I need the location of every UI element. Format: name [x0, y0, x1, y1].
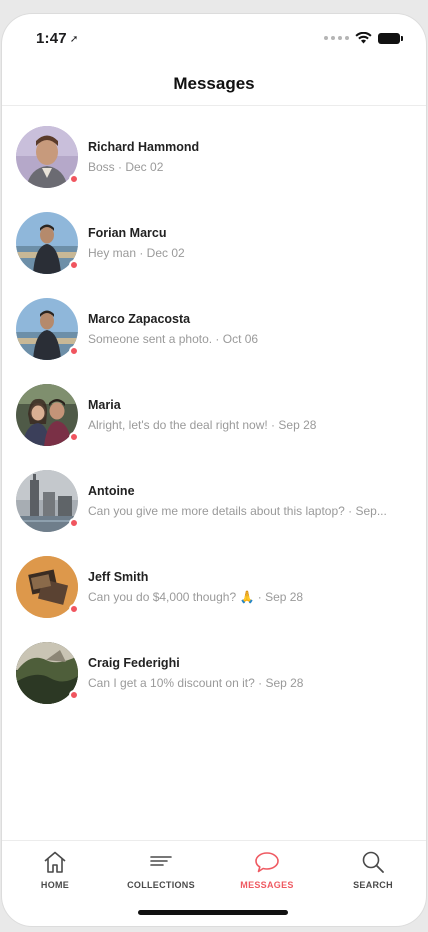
contact-name: Marco Zapacosta — [88, 312, 191, 326]
status-time: 1:47 ➚ — [36, 30, 78, 47]
contact-name: Maria — [88, 398, 121, 412]
tab-collections[interactable]: COLLECTIONS — [108, 841, 214, 900]
collections-icon — [150, 856, 172, 866]
avatar — [16, 470, 79, 532]
tab-label: SEARCH — [353, 880, 393, 890]
message-row-forian-marcu[interactable]: Forian Marcu Hey man · Dec 02 — [2, 200, 426, 286]
search-icon — [362, 851, 384, 873]
online-status-dot — [69, 518, 79, 528]
chat-bubble-icon — [255, 852, 279, 873]
online-status-dot — [69, 432, 79, 442]
home-indicator[interactable] — [138, 910, 288, 915]
home-icon — [44, 851, 66, 873]
message-preview: Can you give me more details about this … — [88, 504, 387, 518]
online-status-dot — [69, 346, 79, 356]
avatar — [16, 642, 79, 704]
status-icons — [324, 32, 403, 44]
tab-home[interactable]: HOME — [2, 841, 108, 900]
cellular-signal-icon — [324, 36, 349, 40]
online-status-dot — [69, 604, 79, 614]
message-preview: Can you do $4,000 though? 🙏 · Sep 28 — [88, 590, 304, 604]
battery-icon — [378, 32, 403, 44]
avatar — [16, 126, 79, 188]
online-status-dot — [69, 690, 79, 700]
contact-name: Craig Federighi — [88, 656, 180, 670]
message-preview: Can I get a 10% discount on it? · Sep 28 — [88, 676, 304, 690]
message-row-maria[interactable]: Maria Alright, let's do the deal right n… — [2, 372, 426, 458]
avatar — [16, 384, 79, 446]
tab-label: MESSAGES — [240, 880, 294, 890]
phone-screen: 1:47 ➚ Messages Richard Hammond Boss · D… — [2, 14, 426, 926]
message-row-craig-federighi[interactable]: Craig Federighi Can I get a 10% discount… — [2, 630, 426, 716]
page-title: Messages — [173, 73, 255, 93]
contact-name: Richard Hammond — [88, 140, 200, 154]
message-preview: Alright, let's do the deal right now! · … — [88, 418, 317, 432]
online-status-dot — [69, 174, 79, 184]
wifi-icon — [355, 32, 372, 44]
tab-messages[interactable]: MESSAGES — [214, 841, 320, 900]
contact-name: Jeff Smith — [88, 570, 149, 584]
message-preview: Hey man · Dec 02 — [88, 246, 185, 260]
message-row-antoine[interactable]: Antoine Can you give me more details abo… — [2, 458, 426, 544]
location-arrow-icon: ➚ — [69, 34, 79, 45]
message-preview: Boss · Dec 02 — [88, 160, 164, 174]
online-status-dot — [69, 260, 79, 270]
message-list: Richard Hammond Boss · Dec 02 Forian Mar… — [2, 114, 426, 716]
tab-label: COLLECTIONS — [127, 880, 195, 890]
message-row-jeff-smith[interactable]: Jeff Smith Can you do $4,000 though? 🙏 ·… — [2, 544, 426, 630]
tab-search[interactable]: SEARCH — [320, 841, 426, 900]
contact-name: Forian Marcu — [88, 226, 167, 240]
avatar — [16, 298, 79, 360]
avatar — [16, 556, 79, 618]
clock-text: 1:47 — [36, 30, 67, 47]
message-preview: Someone sent a photo. · Oct 06 — [88, 332, 259, 346]
message-row-marco-zapacosta[interactable]: Marco Zapacosta Someone sent a photo. · … — [2, 286, 426, 372]
avatar — [16, 212, 79, 274]
status-bar: 1:47 ➚ — [2, 14, 426, 62]
contact-name: Antoine — [88, 484, 135, 498]
tab-label: HOME — [40, 880, 70, 890]
message-row-richard-hammond[interactable]: Richard Hammond Boss · Dec 02 — [2, 114, 426, 200]
tab-bar: HOME COLLECTIONS MESSAGES SEARCH — [2, 840, 426, 900]
nav-bar: Messages — [2, 62, 426, 106]
